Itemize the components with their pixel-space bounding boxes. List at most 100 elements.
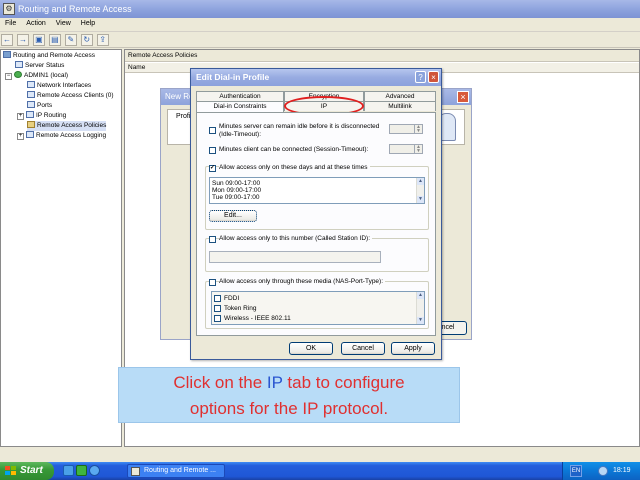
help-icon[interactable]: ? — [415, 71, 426, 83]
menu-bar: File Action View Help — [0, 18, 640, 32]
details-header: Remote Access Policies — [125, 50, 639, 62]
tree-item-server-status[interactable]: Server Status — [15, 61, 64, 71]
tree-item-ports[interactable]: Ports — [27, 101, 52, 111]
edit-dialin-profile-dialog: Edit Dial-in Profile ? × Authentication … — [190, 68, 442, 360]
media-list[interactable]: FDDI Token Ring Wireless - IEEE 802.11 ▲… — [211, 291, 425, 325]
refresh-icon[interactable]: ↻ — [80, 34, 93, 46]
allow-days-checkbox[interactable]: ✓ — [209, 165, 216, 172]
stepper-arrows-icon[interactable]: ▲ ▼ — [414, 125, 422, 134]
properties-icon[interactable]: ✎ — [64, 34, 77, 46]
edit-button[interactable]: Edit... — [209, 210, 257, 222]
list-item: FDDI — [224, 295, 240, 302]
tab-advanced[interactable]: Advanced — [364, 91, 436, 101]
stepper-arrows-icon[interactable]: ▲ ▼ — [414, 145, 422, 154]
close-icon[interactable]: × — [428, 71, 439, 83]
ports-icon — [27, 101, 35, 108]
media-scrollbar[interactable]: ▲ ▼ — [416, 292, 424, 324]
tab-authentication[interactable]: Authentication — [196, 91, 284, 101]
console-tree: Routing and Remote Access Server Status … — [0, 49, 122, 447]
list-item: Token Ring — [224, 305, 257, 312]
export-icon[interactable]: ⇪ — [96, 34, 109, 46]
session-timeout-label: Minutes client can be connected (Session… — [219, 146, 369, 153]
network-icon — [27, 81, 35, 88]
back-icon[interactable]: ← — [1, 34, 13, 46]
app-icon: ⚙ — [3, 3, 15, 15]
start-button[interactable]: Start — [0, 462, 54, 480]
menu-view[interactable]: View — [51, 18, 76, 29]
server-status-icon — [15, 61, 23, 68]
tree-item-remote-access-logging[interactable]: + Remote Access Logging — [17, 131, 106, 141]
logging-icon — [26, 131, 34, 138]
taskbar-button-rras[interactable]: Routing and Remote ... — [127, 464, 225, 478]
list-item: Wireless - IEEE 802.11 — [224, 315, 291, 322]
background-dialog-label: Profi — [176, 113, 191, 120]
forward-icon[interactable]: → — [16, 34, 29, 46]
callout-line-1: Click on the IP tab to configure — [173, 373, 405, 392]
scroll-down-icon[interactable]: ▼ — [417, 317, 424, 324]
show-desktop-icon[interactable] — [63, 465, 74, 476]
times-list[interactable]: Sun 09:00-17:00 Mon 09:00-17:00 Tue 09:0… — [209, 177, 425, 204]
tree-item-remote-access-clients[interactable]: Remote Access Clients (0) — [27, 91, 114, 101]
media-checkbox[interactable] — [209, 279, 216, 286]
list-item[interactable]: Tue 09:00-17:00 — [212, 194, 259, 201]
media-player-icon[interactable] — [76, 465, 87, 476]
media-token-ring-checkbox[interactable] — [214, 305, 221, 312]
ip-routing-icon — [26, 111, 34, 118]
expand-icon[interactable]: + — [17, 113, 24, 120]
media-fddi-checkbox[interactable] — [214, 295, 221, 302]
list-item[interactable]: Sun 09:00-17:00 — [212, 180, 260, 187]
close-icon[interactable]: × — [457, 91, 469, 103]
window-titlebar: ⚙ Routing and Remote Access — [0, 0, 640, 18]
tree-item-network-interfaces[interactable]: Network Interfaces — [27, 81, 91, 91]
session-timeout-checkbox[interactable] — [209, 147, 216, 154]
taskbar: Start Routing and Remote ... EN 18:19 — [0, 462, 640, 480]
allow-days-label: Allow access only on these days and at t… — [219, 164, 370, 172]
tutorial-callout: Click on the IP tab to configure options… — [118, 367, 460, 423]
scroll-up-icon[interactable]: ▲ — [417, 292, 424, 299]
tree-root[interactable]: Routing and Remote Access — [3, 51, 95, 61]
show-tree-icon[interactable]: ▤ — [48, 34, 61, 46]
tree-item-ip-routing[interactable]: + IP Routing — [17, 111, 66, 121]
tab-multilink[interactable]: Multilink — [364, 101, 436, 111]
language-indicator[interactable]: EN — [570, 465, 582, 477]
ok-button[interactable]: OK — [289, 342, 333, 355]
called-station-label: Allow access only to this number (Called… — [219, 235, 373, 243]
rras-icon — [131, 467, 140, 476]
menu-help[interactable]: Help — [76, 18, 100, 29]
apply-button[interactable]: Apply — [391, 342, 435, 355]
windows-logo-icon — [5, 466, 16, 476]
clock: 18:19 — [613, 467, 631, 474]
menu-file[interactable]: File — [0, 18, 21, 29]
media-label: Allow access only through these media (N… — [219, 278, 386, 286]
dialin-constraints-panel: Minutes server can remain idle before it… — [196, 112, 436, 336]
window-title: Routing and Remote Access — [18, 4, 132, 14]
media-wireless-checkbox[interactable] — [214, 315, 221, 322]
network-tray-icon[interactable] — [598, 466, 608, 476]
session-timeout-stepper[interactable]: ▲ ▼ — [389, 144, 423, 154]
tree-item-admin1[interactable]: − ADMIN1 (local) — [5, 71, 68, 81]
idle-timeout-label: Minutes server can remain idle before it… — [219, 123, 380, 138]
clients-icon — [27, 91, 35, 98]
tree-item-remote-access-policies[interactable]: Remote Access Policies — [27, 121, 107, 131]
toolbar: ← → ▣ ▤ ✎ ↻ ⇪ — [0, 32, 640, 48]
expand-icon[interactable]: + — [17, 133, 24, 140]
list-item[interactable]: Mon 09:00-17:00 — [212, 187, 261, 194]
policies-icon — [27, 121, 35, 128]
dialog-title: Edit Dial-in Profile — [191, 69, 441, 86]
callout-line-2: options for the IP protocol. — [189, 399, 389, 418]
menu-action[interactable]: Action — [21, 18, 50, 29]
internet-explorer-icon[interactable] — [89, 465, 100, 476]
scroll-down-icon[interactable]: ▼ — [417, 196, 424, 203]
up-icon[interactable]: ▣ — [32, 34, 45, 46]
server-running-icon — [14, 71, 22, 78]
tab-dialin-constraints[interactable]: Dial-in Constraints — [196, 101, 284, 112]
called-station-input[interactable] — [209, 251, 381, 263]
times-scrollbar[interactable]: ▲ ▼ — [416, 178, 424, 203]
collapse-icon[interactable]: − — [5, 73, 12, 80]
called-station-checkbox[interactable] — [209, 236, 216, 243]
rras-icon — [3, 51, 11, 58]
scroll-up-icon[interactable]: ▲ — [417, 178, 424, 185]
cancel-button[interactable]: Cancel — [341, 342, 385, 355]
idle-timeout-stepper[interactable]: ▲ ▼ — [389, 124, 423, 134]
idle-timeout-checkbox[interactable] — [209, 127, 216, 134]
